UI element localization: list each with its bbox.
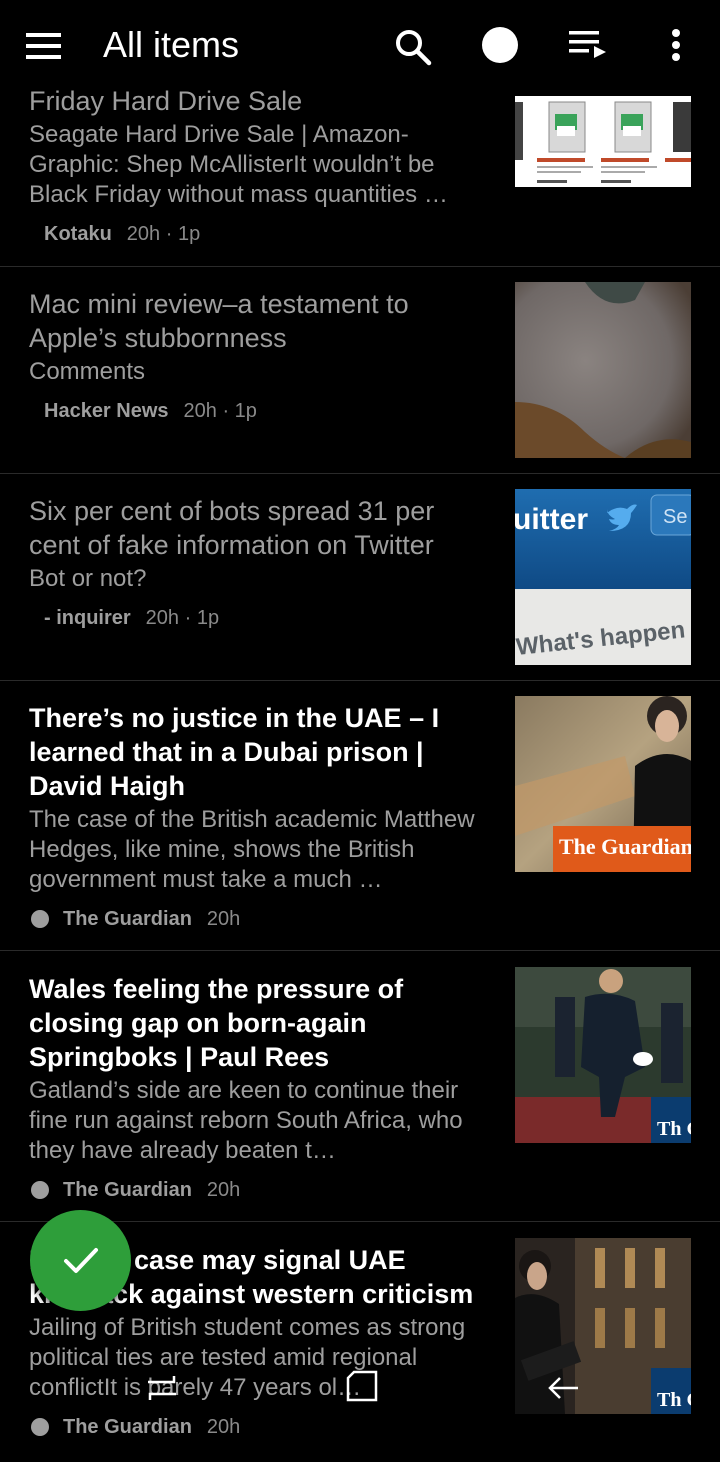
item-summary: Jailing of British student comes as stro…: [29, 1314, 466, 1401]
circle-icon[interactable]: [482, 27, 518, 63]
item-source: Kotaku: [44, 222, 112, 245]
hard-drive-products-image: [515, 96, 691, 187]
more-vert-icon[interactable]: [664, 28, 688, 64]
item-time: 20h: [206, 1178, 241, 1201]
item-meta: The Guardian 20h: [29, 1413, 489, 1441]
check-icon: [64, 1248, 98, 1273]
guardian-opinion-logo: The Guardian Opi: [559, 834, 691, 859]
item-source: Hacker News: [44, 399, 169, 422]
list-item[interactable]: Six per cent of bots spread 31 per cent …: [0, 473, 720, 681]
item-summary: The case of the British academic Matthew…: [29, 806, 475, 893]
item-source: - inquirer: [44, 606, 131, 629]
dubai-portrait-image: The Guardian Opi: [515, 696, 691, 872]
item-title: Wales feeling the pressure of closing ga…: [29, 974, 404, 1072]
item-summary: Comments: [29, 358, 146, 385]
item-meta: Hacker News 20h · 1p: [29, 397, 489, 425]
item-summary: Bot or not?: [29, 565, 147, 592]
recent-apps-icon[interactable]: [140, 1368, 184, 1408]
home-icon[interactable]: [340, 1368, 384, 1408]
list-item[interactable]: Wales feeling the pressure of closing ga…: [0, 951, 720, 1222]
item-thumbnail: uitter Se What's happen: [515, 489, 691, 665]
item-summary: Seagate Hard Drive Sale | Amazon-Graphic…: [29, 121, 448, 208]
menu-icon[interactable]: [26, 33, 62, 59]
item-thumbnail: [515, 282, 691, 458]
item-source: The Guardian: [63, 1178, 192, 1201]
thumb-text-twitter: uitter: [515, 503, 588, 536]
mark-all-read-button[interactable]: [30, 1210, 131, 1311]
item-title: Mac mini review–a testament to Apple’s s…: [29, 289, 409, 353]
item-thumbnail: Th Gu: [515, 967, 691, 1143]
thumb-text-search: Se: [663, 506, 687, 528]
unread-dot-icon: [31, 1181, 49, 1199]
item-time: 20h: [206, 907, 241, 930]
item-source: The Guardian: [63, 1415, 192, 1438]
item-meta: - inquirer 20h · 1p: [29, 604, 489, 632]
playlist-icon[interactable]: [568, 28, 608, 62]
item-time: 20h · 1p: [183, 399, 257, 422]
page-title: All items: [103, 24, 240, 65]
item-thumbnail: The Guardian Opi: [515, 696, 691, 872]
list-item[interactable]: There’s no justice in the UAE – I learne…: [0, 680, 720, 951]
item-time: 20h: [206, 1415, 241, 1438]
item-source: The Guardian: [63, 907, 192, 930]
item-meta: The Guardian 20h: [29, 1176, 489, 1204]
item-summary: Gatland’s side are keen to continue thei…: [29, 1077, 463, 1164]
back-icon[interactable]: [542, 1368, 586, 1408]
item-thumbnail: [515, 96, 691, 187]
list-item[interactable]: Mac mini review–a testament to Apple’s s…: [0, 266, 720, 474]
guardian-logo: Th Gu: [657, 1389, 691, 1411]
rugby-training-image: Th Gu: [515, 967, 691, 1143]
app-bar: All items: [0, 0, 720, 90]
twitter-screen-image: uitter Se What's happen: [515, 489, 691, 665]
guardian-logo: Th Gu: [657, 1118, 691, 1140]
item-meta: The Guardian 20h: [29, 905, 489, 933]
item-time: 20h · 1p: [126, 222, 201, 245]
item-title: Six per cent of bots spread 31 per cent …: [29, 496, 435, 560]
mac-mini-image: [515, 282, 691, 458]
search-icon[interactable]: [393, 27, 433, 67]
item-meta: Kotaku 20h · 1p: [29, 220, 489, 248]
item-time: 20h · 1p: [145, 606, 220, 629]
item-title: There’s no justice in the UAE – I learne…: [29, 703, 440, 801]
unread-dot-icon: [31, 910, 49, 928]
unread-dot-icon: [31, 1418, 49, 1436]
